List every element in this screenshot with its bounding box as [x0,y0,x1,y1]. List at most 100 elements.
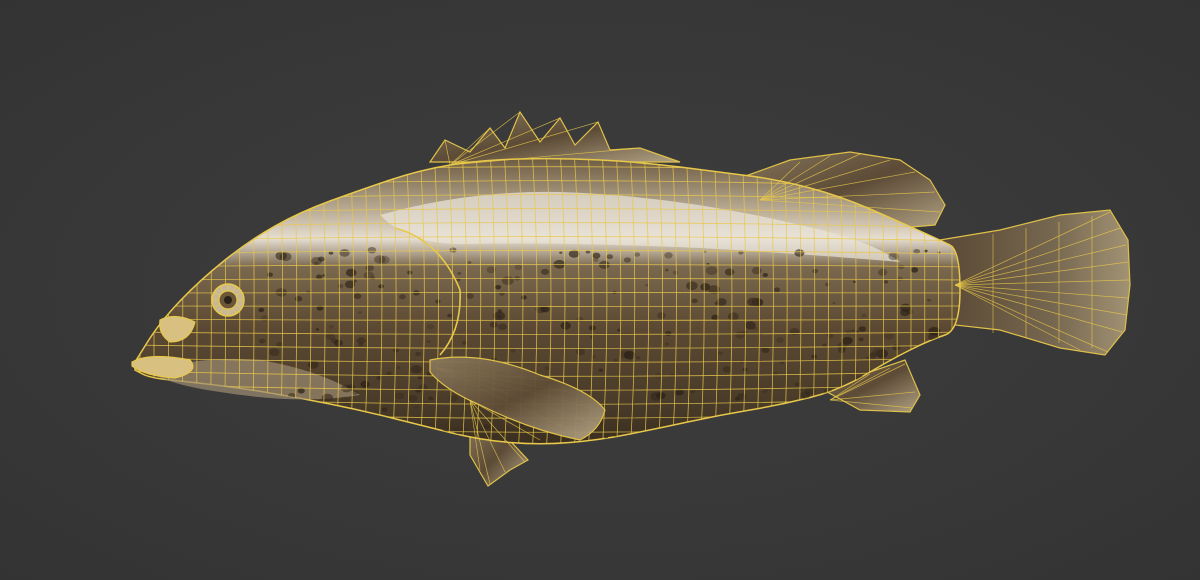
spot [898,264,905,270]
spot [339,249,350,257]
spot [776,337,784,344]
spot [739,423,747,429]
3d-viewport[interactable] [0,0,1200,580]
spot [386,371,392,376]
spot [628,416,634,421]
spot [742,331,748,335]
spot [883,280,889,284]
spot [258,338,266,344]
spot [266,272,273,277]
spot [845,329,852,335]
spot [269,348,280,356]
spot [636,356,641,360]
spot [393,348,399,353]
lower-lip [131,355,194,379]
spot [502,276,514,286]
spot [861,313,867,318]
spot [691,298,698,304]
spot [832,301,836,305]
spot [717,351,723,356]
spot [333,339,343,347]
spot [337,283,344,289]
fish-model-render[interactable] [0,0,1200,580]
spot [378,255,390,264]
spot [664,252,673,259]
spot [521,295,527,300]
spot [453,426,464,435]
spot [709,423,714,427]
spot [410,365,422,374]
spot [408,394,418,402]
spot [853,280,856,283]
spot [794,249,805,257]
spot [414,406,419,410]
spot [559,251,563,254]
spot [613,358,618,362]
spot [308,360,319,369]
mesh-line-vertical [167,158,169,444]
spot [258,307,265,313]
spot [328,325,334,329]
spot [897,276,903,281]
spot [747,297,759,307]
spot [576,316,584,322]
spot [718,424,723,429]
spot [623,257,632,263]
eye-pupil [224,296,232,304]
spot [311,257,323,266]
spot [360,380,370,388]
spot [297,388,305,394]
spot [417,376,423,380]
spot [762,389,768,393]
spot [426,340,431,344]
spot [822,343,827,347]
spot [294,296,303,302]
spot [842,336,853,345]
spot [695,427,700,430]
spot [794,382,800,387]
spot [793,436,798,440]
spot [672,270,679,275]
spot [727,312,739,321]
spot [395,392,405,400]
spot [812,269,819,274]
spot [321,393,334,403]
spot [762,273,768,277]
spot [878,268,888,276]
spot [737,429,747,436]
spot [495,285,502,290]
spot [576,348,585,356]
spot [779,361,785,365]
spot [514,264,523,271]
spot [275,288,287,297]
spot [279,252,292,262]
spot [786,423,790,427]
spot [592,252,601,259]
spot [690,389,696,394]
spot [722,366,732,373]
spot [858,337,864,342]
spot [927,299,931,302]
spot [428,396,434,401]
spot [426,323,435,330]
spot [378,284,384,289]
spot [447,313,453,318]
spot [345,268,357,277]
spot [415,351,422,357]
spot [510,348,516,353]
spot [705,266,718,275]
spot [926,387,938,396]
spot [467,261,472,264]
spot [544,366,550,371]
spot [423,401,428,405]
spot [851,329,855,332]
spot [353,293,362,300]
spot [358,342,364,347]
spot [724,268,735,276]
spot [260,315,269,322]
spot [752,326,757,331]
spot [782,430,792,438]
spot [910,267,919,273]
spot [665,342,669,346]
spot [399,294,406,300]
